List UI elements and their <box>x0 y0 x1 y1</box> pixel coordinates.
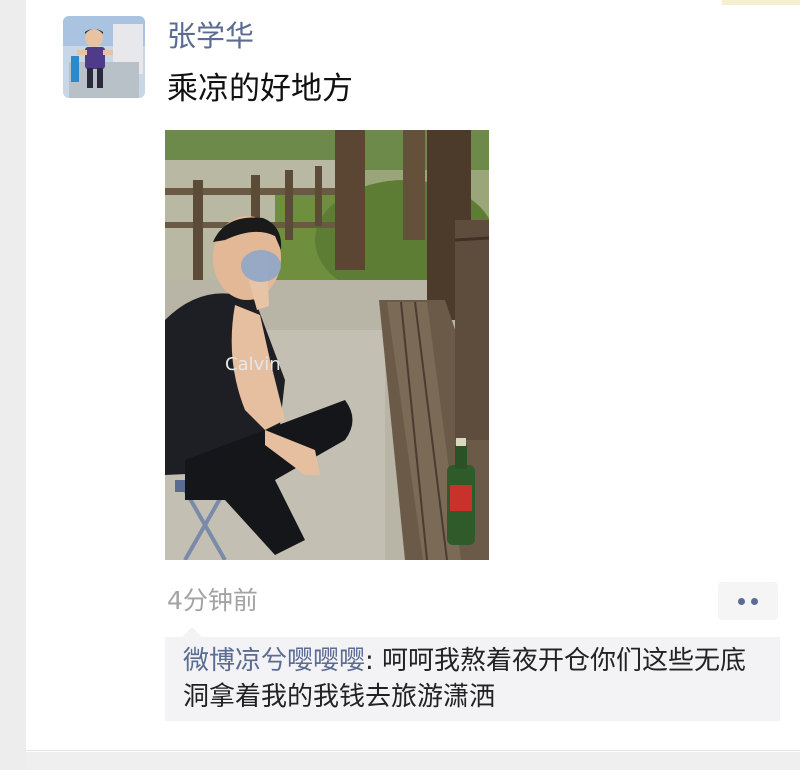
shirt-text: Calvin <box>225 354 281 375</box>
divider <box>26 750 800 751</box>
comment-section: 微博凉兮嘤嘤嘤: 呵呵我熬着夜开仓你们这些无底洞拿着我的我钱去旅游潇洒 <box>165 637 780 721</box>
post-text: 乘凉的好地方 <box>167 71 353 107</box>
comment-author[interactable]: 微博凉兮嘤嘤嘤 <box>183 646 365 676</box>
avatar[interactable] <box>63 16 145 98</box>
comment-separator: : <box>365 646 383 676</box>
more-dots-icon-dot <box>751 597 758 605</box>
more-button[interactable] <box>718 582 778 620</box>
top-accent-bar <box>722 0 800 5</box>
post-photo[interactable]: Calvin <box>165 130 489 560</box>
comment[interactable]: 微博凉兮嘤嘤嘤: 呵呵我熬着夜开仓你们这些无底洞拿着我的我钱去旅游潇洒 <box>183 643 768 715</box>
comment-box-pointer <box>182 627 202 637</box>
left-margin-strip <box>0 0 26 770</box>
photo-image: Calvin <box>165 130 489 560</box>
timestamp: 4分钟前 <box>167 586 258 615</box>
more-dots-icon <box>738 597 745 605</box>
avatar-image <box>63 16 145 98</box>
username[interactable]: 张学华 <box>167 14 254 58</box>
bottom-band <box>26 752 800 770</box>
